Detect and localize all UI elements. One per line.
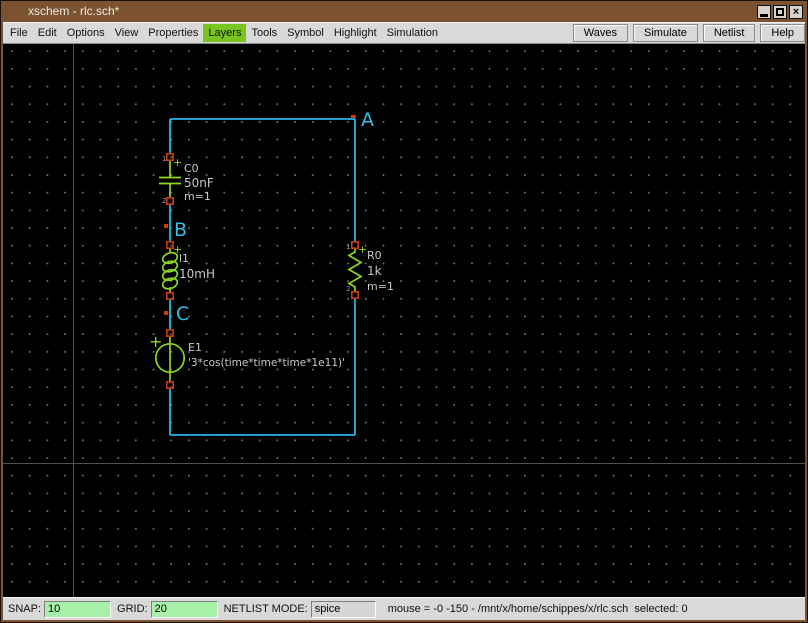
minimize-button[interactable] — [757, 5, 771, 19]
inductor-pin-bottom — [166, 291, 175, 300]
resistor-R0[interactable]: 1 2 + R0 1k m=1 — [346, 241, 394, 299]
net-label-a-pin — [351, 115, 356, 118]
netlist-mode-input[interactable] — [310, 600, 376, 618]
resistor-polarity: + — [358, 243, 367, 256]
titlebar[interactable]: xschem - rlc.sch* × — [3, 1, 805, 22]
toolbar-buttons: Waves Simulate Netlist Help — [572, 24, 805, 42]
grid-label: GRID: — [117, 603, 148, 615]
xschem-window: xschem - rlc.sch* × File Edit Options Vi… — [0, 0, 808, 623]
resistor-ref: R0 — [367, 249, 382, 262]
net-label-c-pin — [164, 311, 168, 315]
voltage-source-E1[interactable]: + E1 '3*cos(time*time*time*1e11)' — [149, 328, 345, 389]
net-label-c[interactable]: C — [176, 303, 189, 325]
waves-button[interactable]: Waves — [572, 24, 629, 42]
capacitor-mult: m=1 — [184, 190, 211, 203]
net-label-a[interactable]: A — [361, 109, 374, 131]
menu-item-highlight[interactable]: Highlight — [329, 24, 382, 42]
net-label-b[interactable]: B — [174, 219, 187, 241]
close-icon: × — [792, 5, 800, 18]
net-label-b-pin — [164, 224, 168, 228]
capacitor-pin-bottom — [166, 197, 175, 206]
resistor-pin-bottom — [350, 290, 359, 299]
help-button[interactable]: Help — [760, 24, 805, 42]
snap-label: SNAP: — [8, 603, 42, 615]
menu-item-edit[interactable]: Edit — [33, 24, 62, 42]
source-value: '3*cos(time*time*time*1e11)' — [188, 357, 345, 369]
menu-items: File Edit Options View Properties Layers… — [3, 24, 443, 42]
window-controls: × — [757, 5, 803, 19]
mouse-status-text: mouse = -0 -150 - /mnt/x/home/schippes/x… — [387, 603, 688, 615]
capacitor-pin2-number: 2 — [162, 197, 166, 205]
inductor-ref: l1 — [179, 252, 189, 265]
source-pin-bottom — [166, 380, 175, 389]
close-button[interactable]: × — [789, 5, 803, 19]
capacitor-C0[interactable]: 1 2 + C0 50nF m=1 — [159, 153, 214, 206]
simulate-button[interactable]: Simulate — [633, 24, 698, 42]
maximize-icon — [776, 8, 784, 16]
resistor-pin1-number: 1 — [346, 243, 350, 251]
netlist-mode-label: NETLIST MODE: — [223, 603, 308, 615]
window-title: xschem - rlc.sch* — [28, 4, 120, 18]
inductor-value: 10mH — [179, 267, 215, 281]
source-pin-top — [166, 328, 175, 337]
schematic-drawing: 1 2 + C0 50nF m=1 + l1 10mH + E1 '3*cos(… — [149, 109, 394, 436]
resistor-pin2-number: 2 — [346, 285, 350, 293]
net-labels: A B C — [164, 109, 374, 325]
source-ref: E1 — [188, 341, 202, 354]
menu-item-file[interactable]: File — [5, 24, 33, 42]
snap-input[interactable] — [44, 600, 112, 618]
grid-input[interactable] — [150, 600, 218, 618]
menu-item-symbol[interactable]: Symbol — [282, 24, 329, 42]
minimize-icon — [760, 14, 768, 17]
capacitor-value: 50nF — [184, 176, 214, 190]
menu-item-view[interactable]: View — [110, 24, 144, 42]
resistor-mult: m=1 — [367, 280, 394, 293]
menu-item-options[interactable]: Options — [62, 24, 110, 42]
capacitor-polarity: + — [173, 156, 182, 169]
source-polarity: + — [149, 332, 162, 351]
maximize-button[interactable] — [773, 5, 787, 19]
netlist-button[interactable]: Netlist — [702, 24, 756, 42]
inductor-l1[interactable]: + l1 10mH — [161, 241, 215, 300]
menu-item-properties[interactable]: Properties — [143, 24, 203, 42]
capacitor-pin1-number: 1 — [162, 155, 166, 163]
schematic-canvas[interactable]: 1 2 + C0 50nF m=1 + l1 10mH + E1 '3*cos(… — [3, 44, 805, 597]
menu-item-simulation[interactable]: Simulation — [382, 24, 443, 42]
resistor-value: 1k — [367, 264, 382, 278]
capacitor-ref: C0 — [184, 162, 199, 175]
menubar: File Edit Options View Properties Layers… — [3, 22, 805, 44]
statusbar: SNAP: GRID: NETLIST MODE: mouse = -0 -15… — [3, 597, 805, 620]
menu-item-layers[interactable]: Layers — [203, 24, 247, 42]
menu-item-tools[interactable]: Tools — [246, 24, 282, 42]
